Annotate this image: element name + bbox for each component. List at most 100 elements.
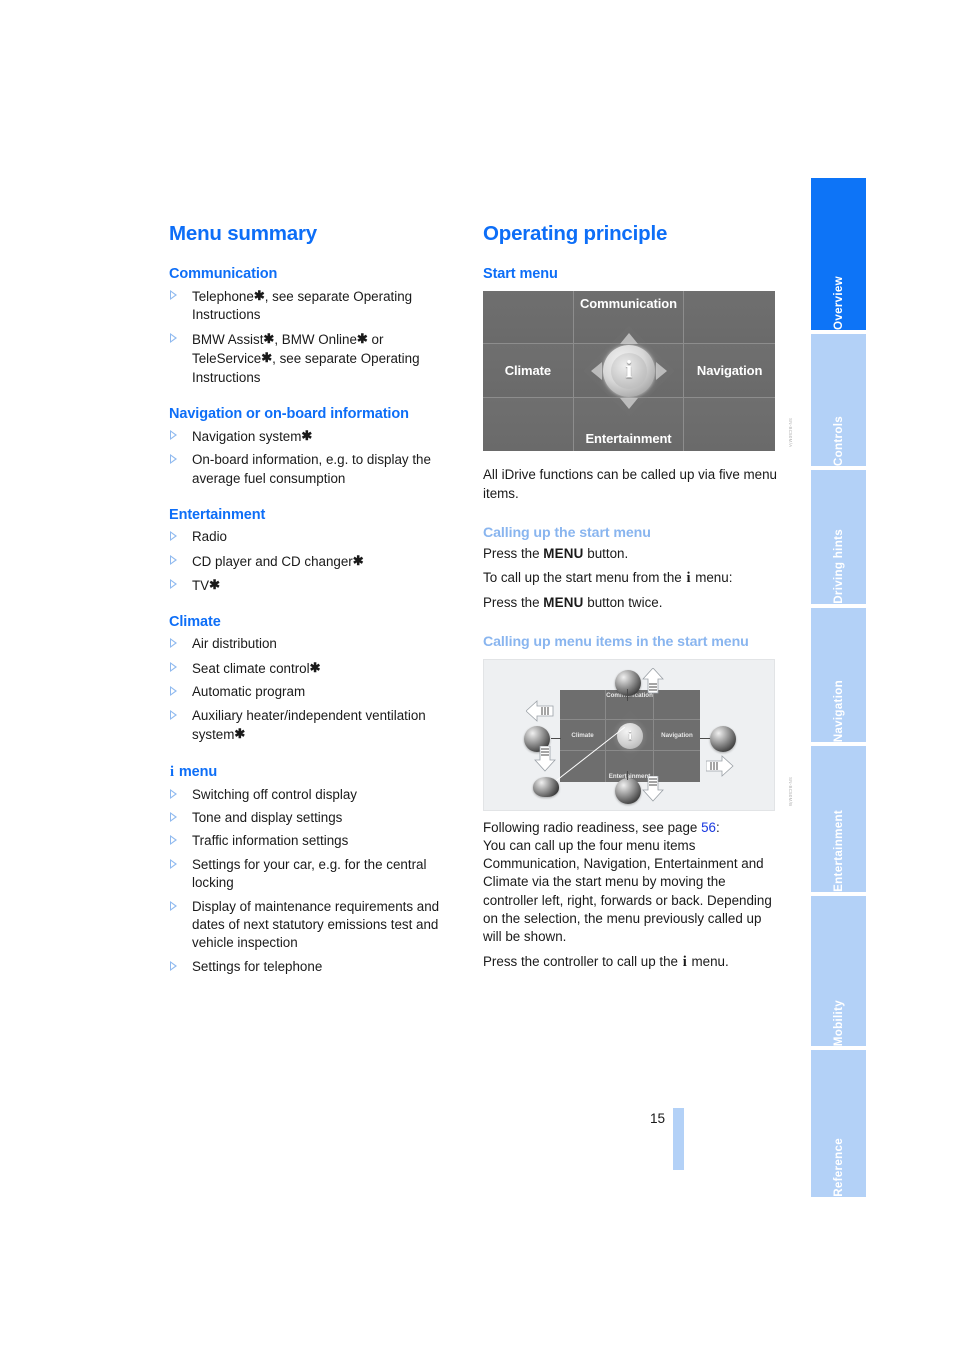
arrow-forwards-icon bbox=[642, 667, 664, 694]
sidebar-item-label: Mobility bbox=[832, 999, 845, 1046]
list-item: Automatic program bbox=[169, 683, 461, 701]
paragraph-call-from-i-menu: To call up the start menu from the i men… bbox=[483, 570, 733, 587]
list-item: Switching off control display bbox=[169, 786, 461, 804]
screen-cell-empty bbox=[684, 291, 775, 345]
sidebar-item-navigation[interactable]: Navigation bbox=[811, 608, 866, 742]
paragraph-intro: All iDrive functions can be called up vi… bbox=[483, 467, 777, 501]
list-item-label: Settings for telephone bbox=[192, 958, 323, 974]
sidebar-item-driving-hints[interactable]: Driving hints bbox=[811, 470, 866, 604]
triangle-bullet-icon bbox=[170, 332, 177, 343]
list-item: TV✱ bbox=[169, 576, 461, 595]
controller-ball-bottom bbox=[615, 777, 641, 804]
figure-caption-id: SN-BC50M/B bbox=[788, 777, 793, 807]
sidebar-item-label: Reference bbox=[832, 1138, 845, 1197]
arrow-left-icon bbox=[526, 699, 554, 722]
list-item: Tone and display settings bbox=[169, 809, 461, 827]
sidebar-item-controls[interactable]: Controls bbox=[811, 334, 866, 466]
list-item: Radio bbox=[169, 528, 461, 546]
sidebar-item-label: Overview bbox=[832, 276, 845, 330]
list-item-label: Auxiliary heater/independent ventilation… bbox=[192, 707, 426, 743]
idrive-screen: Communication Climate Navigation Enterta… bbox=[483, 291, 775, 451]
sidebar-tabs: Overview Controls Driving hints Navigati… bbox=[811, 178, 866, 1201]
list-item: CD player and CD changer✱ bbox=[169, 552, 461, 571]
subheading-calling-start-menu: Calling up the start menu bbox=[483, 525, 651, 542]
sidebar-item-entertainment[interactable]: Entertainment bbox=[811, 746, 866, 892]
idrive-screen-mini: Communication Climate Navigation Enterta… bbox=[560, 689, 700, 782]
triangle-bullet-icon bbox=[170, 835, 177, 846]
controller-ball-press bbox=[533, 776, 559, 797]
screen-cell-empty bbox=[483, 397, 574, 451]
list-climate: Air distribution Seat climate control✱ A… bbox=[169, 635, 461, 744]
triangle-bullet-icon bbox=[170, 686, 177, 697]
list-item: Settings for telephone bbox=[169, 958, 461, 976]
list-i-menu: Switching off control display Tone and d… bbox=[169, 786, 461, 977]
triangle-bullet-icon bbox=[170, 290, 177, 300]
section-heading-climate: Climate bbox=[169, 614, 221, 631]
screen-cell-empty bbox=[653, 690, 700, 721]
sidebar-item-overview[interactable]: Overview bbox=[811, 178, 866, 330]
list-item: Traffic information settings bbox=[169, 832, 461, 850]
arrow-up-icon bbox=[620, 333, 638, 344]
list-item-label: Settings for your car, e.g. for the cent… bbox=[192, 856, 427, 891]
right-column: Operating principle Start menu Communica… bbox=[483, 222, 793, 971]
section-heading-communication: Communication bbox=[169, 266, 278, 282]
paragraph-press-menu: Press the MENU button. bbox=[483, 546, 629, 562]
list-item-label: Switching off control display bbox=[192, 786, 357, 802]
screen-cell-empty bbox=[483, 291, 574, 345]
triangle-bullet-icon bbox=[170, 661, 177, 672]
list-item-label: Traffic information settings bbox=[192, 833, 349, 849]
triangle-bullet-icon bbox=[170, 531, 177, 542]
connector-line bbox=[700, 737, 710, 739]
figure-start-menu: Communication Climate Navigation Enterta… bbox=[483, 291, 793, 451]
paragraph-press-controller: Press the controller to call up the i me… bbox=[483, 954, 729, 971]
menu-button-key: MENU bbox=[543, 546, 584, 562]
section-heading-entertainment: Entertainment bbox=[169, 507, 266, 524]
figure-caption-id: SN-BC50M/A bbox=[788, 417, 793, 447]
page-reference-link[interactable]: 56 bbox=[701, 820, 716, 835]
section-heading-i-menu: i menu bbox=[170, 763, 218, 780]
figure-controller-movement: Communication Climate Navigation Enterta… bbox=[483, 658, 793, 811]
list-item-label: CD player and CD changer✱ bbox=[192, 552, 364, 569]
paragraph-press-menu-twice: Press the MENU button twice. bbox=[483, 594, 663, 610]
sidebar-item-mobility[interactable]: Mobility bbox=[811, 896, 866, 1046]
list-item: On-board information, e.g. to display th… bbox=[169, 451, 461, 488]
arrow-right-icon bbox=[656, 362, 667, 380]
list-item: Telephone✱, see separate Operating Instr… bbox=[169, 287, 461, 325]
list-item-label: BMW Assist✱, BMW Online✱ or TeleService✱… bbox=[192, 330, 420, 385]
section-heading-navigation-onboard: Navigation or on-board information bbox=[169, 406, 409, 423]
controller-ball-right bbox=[710, 725, 736, 752]
sidebar-item-label: Controls bbox=[832, 415, 845, 466]
list-item: Air distribution bbox=[169, 635, 461, 653]
triangle-bullet-icon bbox=[170, 900, 177, 911]
sidebar-item-reference[interactable]: Reference bbox=[811, 1050, 866, 1197]
list-item-label: Radio bbox=[192, 529, 227, 545]
sidebar-item-label: Navigation bbox=[832, 679, 845, 742]
triangle-bullet-icon bbox=[170, 811, 177, 822]
list-item: Navigation system✱ bbox=[169, 427, 461, 446]
list-item-label: Telephone✱, see separate Operating Instr… bbox=[192, 288, 413, 323]
list-navigation-onboard: Navigation system✱ On-board information,… bbox=[169, 427, 461, 488]
triangle-bullet-icon bbox=[170, 579, 177, 590]
left-column: Menu summary Communication Telephone✱, s… bbox=[169, 222, 461, 981]
controller-knob-icon: i bbox=[604, 710, 656, 762]
triangle-bullet-icon bbox=[170, 858, 177, 869]
list-item-label: On-board information, e.g. to display th… bbox=[192, 452, 431, 486]
paragraph-body: You can call up the four menu items Comm… bbox=[483, 838, 772, 945]
screen-cell-climate: Climate bbox=[483, 344, 574, 398]
screen-cell-navigation: Navigation bbox=[653, 720, 700, 752]
subheading-calling-menu-items: Calling up menu items in the start menu bbox=[483, 633, 749, 650]
screen-cell-empty bbox=[560, 689, 607, 721]
sidebar-item-label: Entertainment bbox=[832, 810, 845, 892]
list-item-label: Air distribution bbox=[192, 636, 277, 652]
list-item-label: TV✱ bbox=[192, 577, 221, 594]
triangle-bullet-icon bbox=[170, 960, 177, 971]
list-communication: Telephone✱, see separate Operating Instr… bbox=[169, 287, 461, 387]
screen-cell-empty bbox=[560, 751, 607, 782]
sidebar-item-label: Driving hints bbox=[832, 529, 845, 604]
triangle-bullet-icon bbox=[170, 554, 177, 565]
list-item-label: Automatic program bbox=[192, 684, 306, 700]
arrow-back-icon bbox=[642, 775, 664, 802]
arrow-left-icon bbox=[591, 362, 602, 380]
paragraph-radio-readiness: Following radio readiness, see page 56: bbox=[483, 819, 720, 835]
page-number: 15 bbox=[650, 1111, 666, 1126]
